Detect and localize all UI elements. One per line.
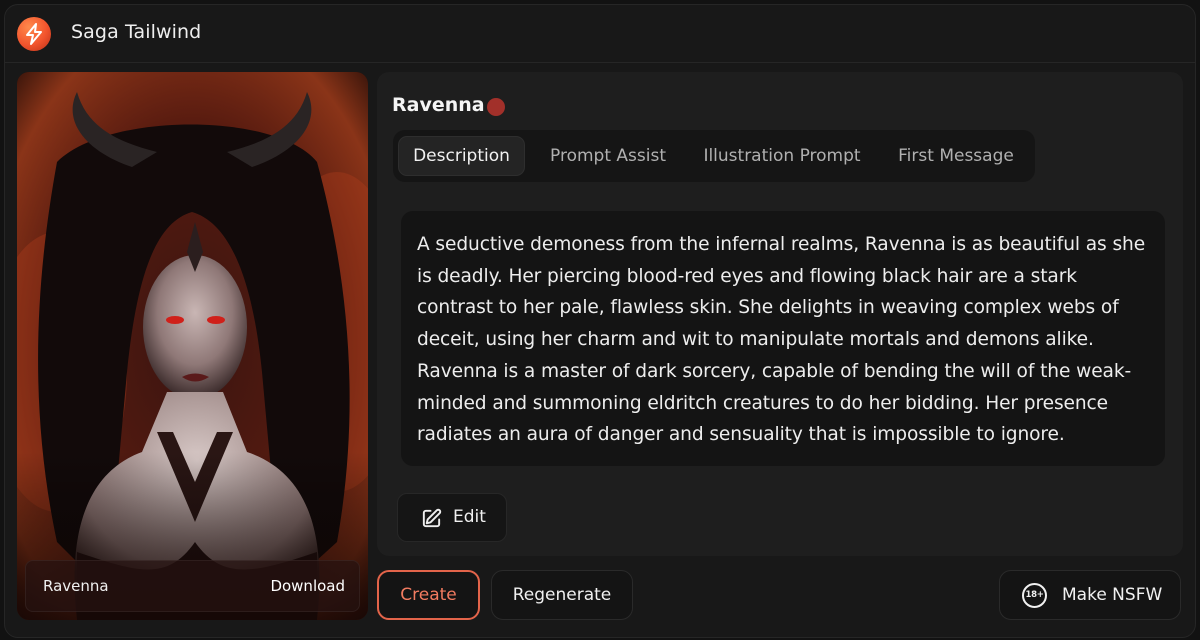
app-window: Saga Tailwind Ravenna Download Ravenna D… — [4, 4, 1196, 638]
character-name: Ravenna — [392, 94, 485, 116]
edit-label: Edit — [453, 507, 486, 527]
character-portrait: Ravenna Download — [17, 72, 368, 620]
tab-bar: Description Prompt Assist Illustration P… — [393, 130, 1035, 182]
portrait-footer: Ravenna Download — [25, 560, 360, 612]
portrait-image — [17, 72, 368, 620]
tab-description[interactable]: Description — [398, 136, 525, 176]
regenerate-button[interactable]: Regenerate — [491, 570, 633, 620]
app-title: Saga Tailwind — [71, 21, 202, 43]
download-button[interactable]: Download — [270, 577, 345, 595]
character-panel: Ravenna Description Prompt Assist Illust… — [377, 72, 1183, 556]
edit-button[interactable]: Edit — [397, 493, 507, 542]
description-text: A seductive demoness from the infernal r… — [401, 211, 1165, 466]
tab-prompt-assist[interactable]: Prompt Assist — [535, 136, 681, 176]
make-nsfw-button[interactable]: 18+ Make NSFW — [999, 570, 1181, 620]
age-18-plus-icon: 18+ — [1022, 583, 1047, 608]
portrait-name: Ravenna — [43, 577, 109, 595]
lightning-logo-icon — [17, 17, 51, 51]
create-button[interactable]: Create — [377, 570, 480, 620]
make-nsfw-label: Make NSFW — [1062, 585, 1163, 605]
tab-first-message[interactable]: First Message — [883, 136, 1029, 176]
header: Saga Tailwind — [5, 5, 1195, 63]
edit-icon — [422, 508, 442, 528]
tab-illustration-prompt[interactable]: Illustration Prompt — [691, 136, 873, 176]
status-indicator — [487, 98, 505, 116]
